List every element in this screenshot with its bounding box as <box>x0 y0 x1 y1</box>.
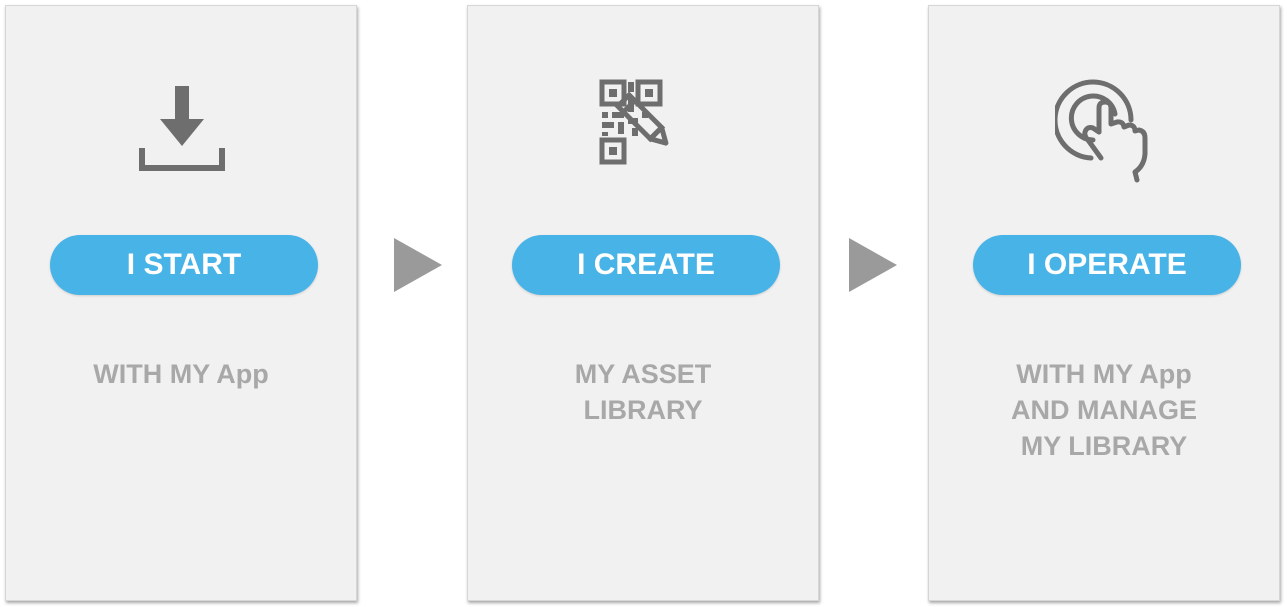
description-line: AND MANAGE <box>1011 395 1197 425</box>
download-icon <box>139 86 225 171</box>
description-line: WITH MY App <box>1016 359 1192 389</box>
right-arrow-icon <box>849 238 897 292</box>
start-button[interactable]: I START <box>50 235 318 295</box>
start-description: WITH MY App <box>6 356 356 392</box>
right-arrow-icon <box>394 238 442 292</box>
description-line: MY LIBRARY <box>1020 431 1188 461</box>
create-button[interactable]: I CREATE <box>512 235 780 295</box>
step-card-create: I CREATE MY ASSET LIBRARY <box>467 5 819 601</box>
description-line: MY ASSET <box>574 359 712 389</box>
step-card-operate: I OPERATE WITH MY App AND MANAGE MY LIBR… <box>928 5 1280 601</box>
description-line: WITH MY App <box>93 359 269 389</box>
qr-code-edit-icon <box>599 79 669 165</box>
operate-description: WITH MY App AND MANAGE MY LIBRARY <box>929 356 1279 464</box>
operate-button[interactable]: I OPERATE <box>973 235 1241 295</box>
step-card-start: I START WITH MY App <box>5 5 357 601</box>
create-description: MY ASSET LIBRARY <box>468 356 818 428</box>
touch-tap-icon <box>1055 79 1148 183</box>
description-line: LIBRARY <box>583 395 703 425</box>
